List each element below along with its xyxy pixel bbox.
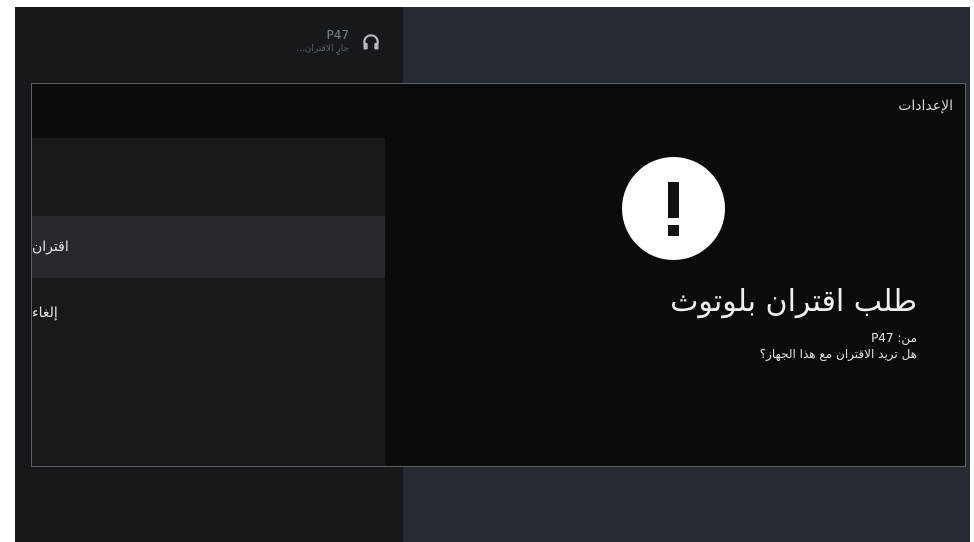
bluetooth-device-row: P47 جارٍ الاقتران...: [15, 7, 403, 77]
exclamation-dot: [668, 225, 679, 236]
pair-button[interactable]: اقتران: [32, 216, 385, 278]
pair-question: هل تريد الاقتران مع هذا الجهاز؟: [759, 347, 917, 361]
device-text: P47 جارٍ الاقتران...: [296, 28, 349, 56]
message-block: طلب اقتران بلوتوث من: P47 هل تريد الاقتر…: [497, 280, 917, 362]
dialog-header: الإعدادات: [898, 98, 953, 114]
dialog-title: طلب اقتران بلوتوث: [670, 284, 917, 319]
headphone-icon: [363, 34, 379, 50]
cancel-button[interactable]: إلغاء: [32, 282, 385, 344]
tv-screen: P47 جارٍ الاقتران... الإعدادات اقتران إل…: [15, 7, 970, 542]
bluetooth-pairing-dialog: الإعدادات اقتران إلغاء طلب اقتران بلوتوث…: [31, 83, 966, 467]
device-status: جارٍ الاقتران...: [296, 44, 349, 54]
exclamation-icon: [622, 157, 725, 260]
from-line: من: P47: [871, 331, 917, 345]
device-name: P47: [326, 28, 349, 42]
exclamation-bar: [668, 182, 679, 218]
